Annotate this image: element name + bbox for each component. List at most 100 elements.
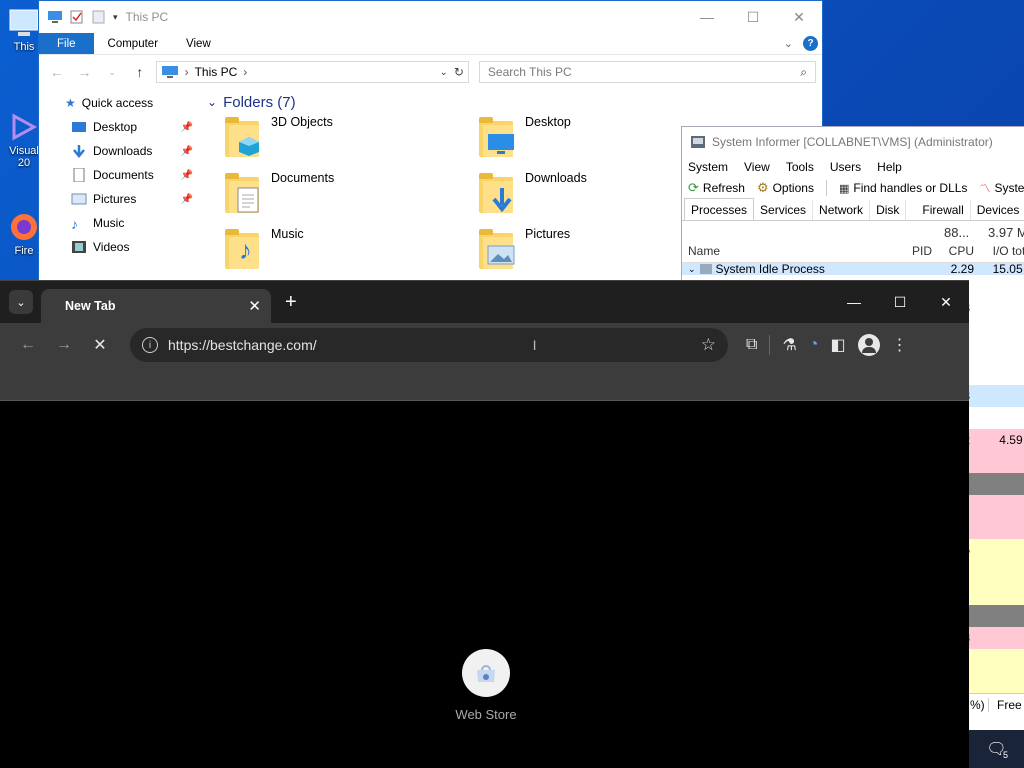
tab-processes[interactable]: Processes bbox=[684, 198, 755, 220]
folders-group-header[interactable]: ⌄ Folders (7) bbox=[207, 89, 822, 115]
folder-item-3d-objects[interactable]: 3D Objects bbox=[207, 115, 461, 171]
labs-flask-icon[interactable]: ⚗ bbox=[782, 335, 796, 355]
url-text: https://bestchange.com/ bbox=[168, 337, 317, 353]
profile-avatar[interactable] bbox=[857, 334, 880, 356]
address-bar[interactable]: i https://bestchange.com/ I ☆ bbox=[130, 328, 728, 362]
menu-system[interactable]: System bbox=[688, 160, 728, 174]
binoculars-icon: ▦ bbox=[838, 182, 850, 195]
bookmark-star-icon[interactable]: ☆ bbox=[701, 335, 716, 355]
desktop: This Visual 20 Fire ▾ This PC — ☐ ✕ File bbox=[0, 0, 1024, 768]
minimize-button[interactable]: — bbox=[831, 281, 877, 323]
music-folder-icon: ♪ bbox=[225, 227, 261, 271]
close-button[interactable]: ✕ bbox=[776, 1, 822, 33]
this-pc-icon bbox=[48, 11, 62, 23]
nav-item-documents[interactable]: Documents 📌 bbox=[39, 163, 201, 187]
forward-arrow-icon[interactable]: → bbox=[73, 64, 97, 80]
menu-help[interactable]: Help bbox=[877, 160, 902, 174]
new-folder-icon[interactable] bbox=[91, 10, 107, 24]
ribbon-tab-computer[interactable]: Computer bbox=[94, 33, 173, 54]
navigation-pane: ★ Quick access Desktop 📌 Downloads 📌 Doc… bbox=[39, 89, 201, 283]
expand-chevron-icon[interactable]: ⌄ bbox=[688, 264, 696, 275]
folder-item-pictures[interactable]: Pictures bbox=[461, 227, 715, 283]
pin-icon: 📌 bbox=[180, 193, 193, 205]
pin-icon: 📌 bbox=[180, 169, 193, 181]
menu-tools[interactable]: Tools bbox=[786, 160, 814, 174]
minimize-button[interactable]: — bbox=[684, 1, 730, 33]
back-button[interactable]: ← bbox=[12, 329, 44, 361]
column-header-cpu[interactable]: CPU bbox=[932, 244, 974, 258]
menu-kebab-icon[interactable]: ⋮ bbox=[892, 335, 908, 355]
status-right: Free m bbox=[988, 697, 1024, 712]
system-informer-icon bbox=[691, 136, 705, 148]
options-button[interactable]: ⚙ Options bbox=[757, 180, 814, 196]
back-arrow-icon[interactable]: ← bbox=[45, 64, 69, 80]
visual-studio-icon bbox=[8, 112, 40, 142]
maximize-button[interactable]: ☐ bbox=[877, 281, 923, 323]
stop-loading-button[interactable]: ✕ bbox=[84, 329, 116, 361]
recent-locations-icon[interactable]: ⌄ bbox=[100, 67, 124, 78]
find-handles-button[interactable]: ▦ Find handles or DLLs bbox=[839, 181, 967, 195]
nav-item-downloads[interactable]: Downloads 📌 bbox=[39, 139, 201, 163]
extensions-puzzle-icon[interactable]: ⧉ bbox=[746, 336, 757, 354]
folder-item-desktop[interactable]: Desktop bbox=[461, 115, 715, 171]
folder-item-music[interactable]: ♪ Music bbox=[207, 227, 461, 283]
up-arrow-icon[interactable]: ↑ bbox=[128, 64, 152, 80]
address-dropdown-icon[interactable]: ⌄ bbox=[439, 67, 447, 78]
desktop-icon-label: Fire bbox=[14, 245, 34, 257]
new-tab-button[interactable]: + bbox=[285, 291, 297, 314]
breadcrumb-this-pc[interactable]: This PC bbox=[195, 65, 238, 79]
menu-view[interactable]: View bbox=[744, 160, 770, 174]
tab-services[interactable]: Services bbox=[754, 200, 814, 220]
folder-label: 3D Objects bbox=[271, 115, 333, 129]
quick-access-dropdown-icon[interactable]: ▾ bbox=[113, 12, 118, 23]
nav-quick-access[interactable]: ★ Quick access bbox=[39, 91, 201, 115]
process-row[interactable]: ⌄ System Idle Process 2.29 15.05 k bbox=[682, 262, 1024, 276]
column-header-name[interactable]: Name bbox=[682, 244, 882, 258]
folder-label: Desktop bbox=[525, 115, 571, 129]
action-center-button[interactable]: 🗨 5 bbox=[969, 730, 1024, 768]
tab-new-tab[interactable]: New Tab ✕ bbox=[41, 289, 271, 323]
ribbon-tab-file[interactable]: File bbox=[39, 33, 94, 54]
folder-label: Pictures bbox=[525, 227, 571, 241]
extension-clock-icon[interactable]: ◔ bbox=[809, 336, 819, 354]
ribbon-tab-view[interactable]: View bbox=[172, 33, 225, 54]
tab-firewall[interactable]: Firewall bbox=[906, 200, 971, 220]
toolbar-label: Refresh bbox=[702, 181, 745, 195]
search-input[interactable]: Search This PC ⌕ bbox=[478, 61, 817, 83]
breadcrumb-separator-icon: › bbox=[184, 65, 189, 79]
nav-item-videos[interactable]: Videos bbox=[39, 235, 201, 259]
text-cursor-icon: I bbox=[532, 337, 537, 353]
tab-search-button[interactable]: ⌄ bbox=[9, 290, 33, 314]
side-panel-icon[interactable]: ◧ bbox=[830, 335, 845, 355]
help-button[interactable]: ? bbox=[803, 36, 818, 51]
column-header-io[interactable]: I/O tota bbox=[974, 244, 1024, 258]
downloads-arrow-icon bbox=[73, 145, 85, 158]
nav-item-music[interactable]: ♪ Music bbox=[39, 211, 201, 235]
menu-users[interactable]: Users bbox=[830, 160, 861, 174]
refresh-icon[interactable]: ↻ bbox=[454, 65, 464, 79]
computer-icon bbox=[8, 8, 40, 38]
properties-icon[interactable] bbox=[69, 10, 85, 24]
site-info-icon[interactable]: i bbox=[142, 337, 158, 353]
expand-ribbon-icon[interactable]: ⌄ bbox=[784, 37, 793, 50]
tab-network[interactable]: Network bbox=[813, 200, 871, 220]
system-information-button[interactable]: 〽 Syste bbox=[979, 180, 1024, 196]
toolbar-label: Syste bbox=[994, 181, 1024, 195]
tab-disk[interactable]: Disk bbox=[870, 200, 907, 220]
nav-item-label: Documents bbox=[93, 168, 154, 182]
folder-item-downloads[interactable]: Downloads bbox=[461, 171, 715, 227]
tab-close-icon[interactable]: ✕ bbox=[248, 297, 261, 315]
address-bar[interactable]: › This PC › ⌄ ↻ bbox=[155, 61, 469, 83]
folder-item-documents[interactable]: Documents bbox=[207, 171, 461, 227]
forward-button[interactable]: → bbox=[48, 329, 80, 361]
close-button[interactable]: ✕ bbox=[923, 281, 969, 323]
column-header-pid[interactable]: PID bbox=[882, 244, 932, 258]
refresh-button[interactable]: ⟳ Refresh bbox=[688, 180, 745, 196]
maximize-button[interactable]: ☐ bbox=[730, 1, 776, 33]
folders-group-title: Folders (7) bbox=[223, 93, 296, 111]
nav-item-desktop[interactable]: Desktop 📌 bbox=[39, 115, 201, 139]
nav-item-pictures[interactable]: Pictures 📌 bbox=[39, 187, 201, 211]
desktop-folder-icon bbox=[72, 122, 86, 132]
tab-devices[interactable]: Devices bbox=[971, 200, 1024, 220]
shortcut-web-store[interactable]: Web Store bbox=[446, 649, 526, 722]
